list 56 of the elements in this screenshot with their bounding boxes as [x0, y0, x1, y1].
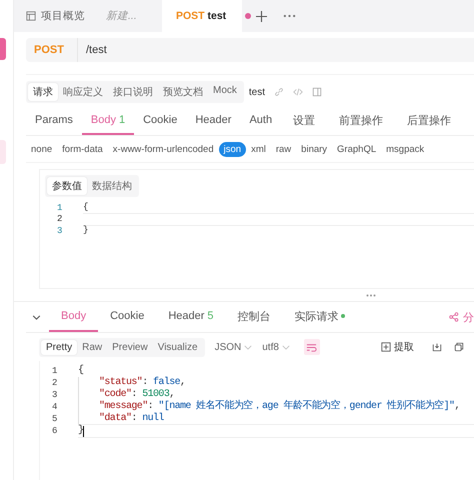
response-tab[interactable]: Cookie [98, 302, 156, 332]
body-type-option[interactable]: binary [296, 142, 332, 156]
code-line: "message": "[name 姓名不能为空，age 年龄不能为空，gender 性别不能为空]", [78, 401, 474, 413]
body-type-option[interactable]: raw [270, 142, 296, 156]
param-tab[interactable]: Params [26, 107, 82, 135]
response-tab[interactable]: 控制台 [226, 302, 283, 332]
param-tab[interactable]: Auth [240, 107, 282, 135]
line-number: 3 [56, 226, 64, 236]
line-number: 3 [51, 390, 58, 400]
code-line: } [83, 225, 90, 236]
document-tab[interactable]: 项目概览 [14, 0, 92, 32]
line-number: 2 [51, 378, 58, 388]
doc-tab[interactable]: 预览文档 [158, 83, 208, 101]
code-line: "status": false, [78, 377, 474, 389]
body-type-option[interactable]: form-data [57, 142, 108, 156]
code-line: { [83, 202, 90, 214]
line-number: 1 [51, 366, 58, 376]
param-tab[interactable]: 前置操作 [327, 107, 396, 135]
body-type-option[interactable]: json [218, 142, 246, 156]
doc-tab[interactable]: 请求 [28, 83, 58, 101]
doc-tab[interactable]: 响应定义 [58, 83, 108, 101]
url-text: /test [85, 44, 107, 56]
body-type-option[interactable]: xml [246, 142, 271, 156]
code-line: "data": null [78, 413, 474, 425]
view-mode-tab[interactable]: Raw [77, 340, 108, 354]
param-tab[interactable]: 后置操作 [395, 107, 464, 135]
line-number: 2 [56, 214, 64, 224]
param-tab[interactable]: Cookie [134, 107, 186, 135]
code-line: } [78, 424, 474, 438]
view-mode-tab[interactable]: Visualize [152, 340, 203, 354]
body-type-option[interactable]: GraphQL [332, 142, 382, 156]
body-editor[interactable]: 参数值 数据结构 1 { 2 3 } [39, 169, 474, 289]
body-type-option[interactable]: none [26, 142, 58, 156]
param-tab[interactable]: 设置 [281, 107, 328, 135]
format-select[interactable]: JSON [214, 342, 252, 352]
line-number: 1 [56, 202, 64, 213]
body-type-option[interactable]: x-www-form-urlencoded [108, 142, 219, 156]
view-mode-tab[interactable]: Pretty [41, 340, 78, 354]
view-tab[interactable]: 数据结构 [87, 177, 137, 195]
body-type-option[interactable]: msgpack [381, 142, 430, 156]
response-tab[interactable]: 实际请求 [282, 302, 357, 332]
code-line: "code": 51003, [78, 389, 474, 401]
encoding-select[interactable]: utf8 [262, 342, 290, 352]
line-number: 4 [51, 402, 58, 412]
doc-tab[interactable]: 接口说明 [108, 83, 158, 101]
url-bar[interactable]: POST /test [26, 38, 474, 62]
extract-button[interactable]: 提取 [381, 340, 414, 354]
api-name: test [248, 86, 266, 98]
response-tab[interactable]: Header 5 [156, 302, 226, 332]
doc-tab[interactable]: Mock [208, 83, 242, 101]
line-number: 6 [51, 426, 58, 436]
view-tab[interactable]: 参数值 [47, 177, 87, 195]
code-line: { [78, 365, 84, 377]
param-tab[interactable]: Header [186, 107, 240, 135]
view-mode-tab[interactable]: Preview [107, 340, 153, 354]
line-number: 5 [51, 414, 58, 424]
